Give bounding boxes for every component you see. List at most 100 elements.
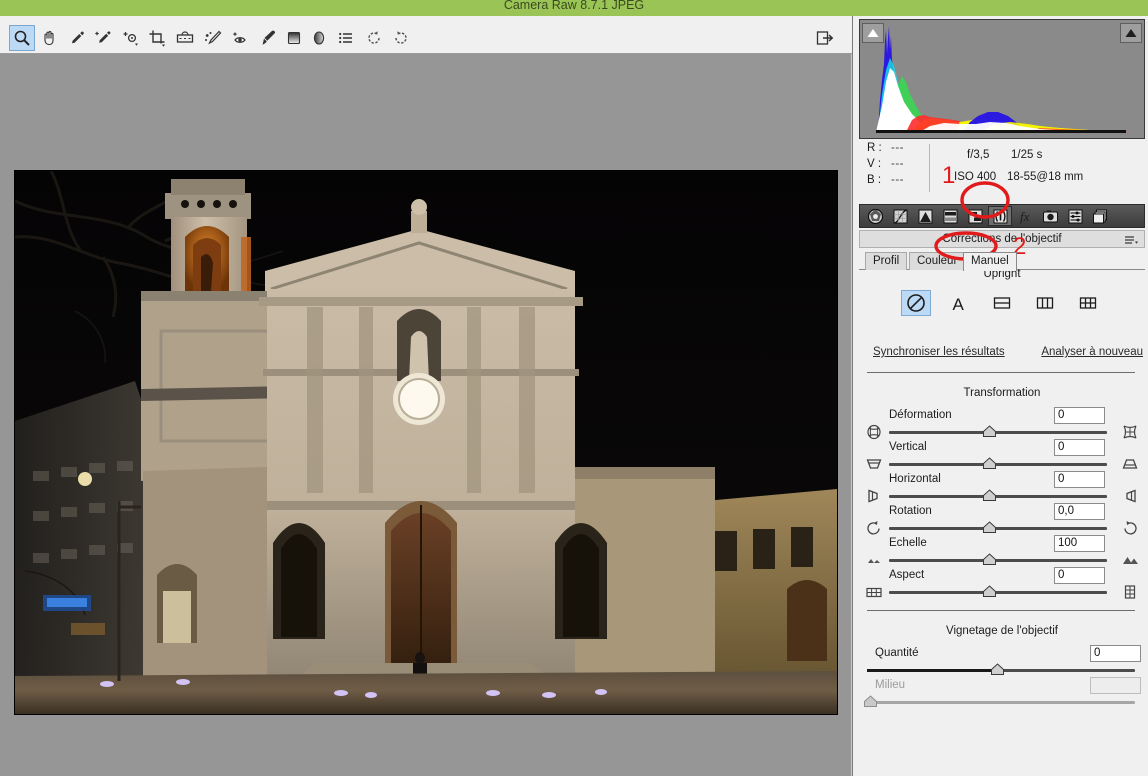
slider-deformation[interactable]: Déformation 0 [853, 407, 1148, 441]
highlight-clipping-button[interactable] [1120, 23, 1142, 43]
presets-tab[interactable] [1063, 206, 1087, 226]
slider-label: Horizontal [889, 473, 941, 485]
slider-knob[interactable] [990, 663, 1005, 676]
keystone-down-icon [863, 455, 885, 473]
scale-small-icon [863, 551, 885, 569]
rotate-right-tool[interactable] [388, 25, 414, 51]
window-title-bar: Camera Raw 8.7.1 JPEG [0, 0, 1148, 16]
right-pane: R : V : B : --- --- --- f/3,5 1/25 s ISO… [852, 16, 1148, 776]
slider-label: Rotation [889, 505, 932, 517]
radial-filter-tool[interactable] [306, 25, 332, 51]
adjustment-brush-tool[interactable] [255, 25, 281, 51]
slider-track[interactable] [889, 591, 1107, 594]
slider-value[interactable]: 100 [1054, 535, 1105, 552]
slider-label: Déformation [889, 409, 952, 421]
preferences-tool[interactable] [333, 25, 359, 51]
slider-knob[interactable] [982, 521, 997, 534]
hsl-tab[interactable] [938, 206, 962, 226]
slider-vertical[interactable]: Vertical 0 [853, 439, 1148, 473]
open-preferences-button[interactable] [812, 25, 838, 51]
r-value: --- [891, 142, 904, 154]
divider-transformation [867, 610, 1135, 611]
image-info: R : V : B : --- --- --- f/3,5 1/25 s ISO… [859, 142, 1145, 198]
zoom-tool[interactable] [9, 25, 35, 51]
hand-tool[interactable] [37, 25, 63, 51]
slider-label: Aspect [889, 569, 925, 581]
upright-level-button[interactable] [987, 290, 1017, 316]
letter-a-icon: A [953, 295, 965, 313]
slider-track[interactable] [889, 495, 1107, 498]
split-toning-tab[interactable] [963, 206, 987, 226]
svg-text:fx: fx [1020, 209, 1030, 224]
graduated-filter-tool[interactable] [281, 25, 307, 51]
basic-tab[interactable] [863, 206, 887, 226]
aspect-tall-icon [1119, 583, 1141, 601]
no-entry-icon [907, 294, 925, 312]
slider-knob[interactable] [982, 457, 997, 470]
aperture-value: f/3,5 [967, 149, 990, 161]
slider-track[interactable] [889, 431, 1107, 434]
slider-milieu: Milieu [853, 677, 1148, 711]
sync-results-link[interactable]: Synchroniser les résultats [873, 346, 1005, 358]
slider-value[interactable]: 0 [1054, 439, 1105, 456]
r-label: R : [867, 142, 882, 154]
slider-value[interactable]: 0,0 [1054, 503, 1105, 520]
camera-raw-window: Camera Raw 8.7.1 JPEG R: V: B: --- --… [0, 0, 1148, 776]
image-canvas[interactable] [0, 54, 852, 776]
panel-header: Corrections de l'objectif [859, 230, 1145, 248]
slider-knob[interactable] [982, 553, 997, 566]
red-eye-tool[interactable] [228, 25, 254, 51]
targeted-adjustment-tool[interactable] [118, 25, 144, 51]
crop-tool[interactable] [145, 25, 171, 51]
upright-auto-button[interactable]: A [944, 290, 974, 316]
rotate-cw-icon [1119, 519, 1141, 537]
upright-links: Synchroniser les résultats Analyser à no… [859, 346, 1145, 362]
slider-value[interactable]: 0 [1054, 567, 1105, 584]
night-church-photo[interactable] [14, 170, 838, 715]
slider-horizontal[interactable]: Horizontal 0 [853, 471, 1148, 505]
shadow-clipping-button[interactable] [862, 23, 884, 43]
upright-full-button[interactable] [1073, 290, 1103, 316]
slider-knob[interactable] [982, 425, 997, 438]
upright-vertical-button[interactable] [1030, 290, 1060, 316]
upright-off-button[interactable] [901, 290, 931, 316]
slider-value[interactable]: 0 [1054, 471, 1105, 488]
slider-label: Quantité [875, 647, 919, 659]
annotation-number-1: 1 [942, 162, 956, 189]
slider-track[interactable] [889, 527, 1107, 530]
detail-tab[interactable] [913, 206, 937, 226]
slider-echelle[interactable]: Echelle 100 [853, 535, 1148, 569]
pincushion-distortion-icon [1119, 423, 1141, 441]
histogram[interactable] [859, 19, 1145, 139]
slider-rotation[interactable]: Rotation 0,0 [853, 503, 1148, 537]
window-title: Camera Raw 8.7.1 JPEG [503, 0, 645, 12]
slider-value[interactable]: 0 [1090, 645, 1141, 662]
panel-title: Corrections de l'objectif [942, 233, 1062, 245]
reanalyze-link[interactable]: Analyser à nouveau [1041, 346, 1143, 358]
straighten-tool[interactable] [172, 25, 198, 51]
color-sampler-tool[interactable] [90, 25, 116, 51]
slider-track[interactable] [889, 463, 1107, 466]
rotate-left-tool[interactable] [361, 25, 387, 51]
tab-manuel[interactable]: Manuel [963, 252, 1017, 271]
camera-calibration-tab[interactable] [1038, 206, 1062, 226]
white-balance-tool[interactable] [64, 25, 90, 51]
horizontal-lines-icon [993, 297, 1011, 309]
spot-removal-tool[interactable] [200, 25, 226, 51]
slider-track [867, 701, 1135, 704]
lens-corrections-tab[interactable] [988, 206, 1012, 226]
barrel-distortion-icon [863, 423, 885, 441]
snapshots-tab[interactable] [1088, 206, 1112, 226]
effects-tab[interactable]: fx [1013, 206, 1037, 226]
slider-quantite[interactable]: Quantité 0 [853, 645, 1148, 679]
slider-track[interactable] [889, 559, 1107, 562]
slider-aspect[interactable]: Aspect 0 [853, 567, 1148, 601]
slider-label: Milieu [875, 679, 906, 691]
tool-strip [0, 22, 852, 54]
slider-value[interactable]: 0 [1054, 407, 1105, 424]
info-divider [929, 144, 930, 192]
slider-knob[interactable] [982, 585, 997, 598]
slider-knob[interactable] [982, 489, 997, 502]
panel-menu-icon[interactable] [1120, 233, 1142, 247]
tone-curve-tab[interactable] [888, 206, 912, 226]
